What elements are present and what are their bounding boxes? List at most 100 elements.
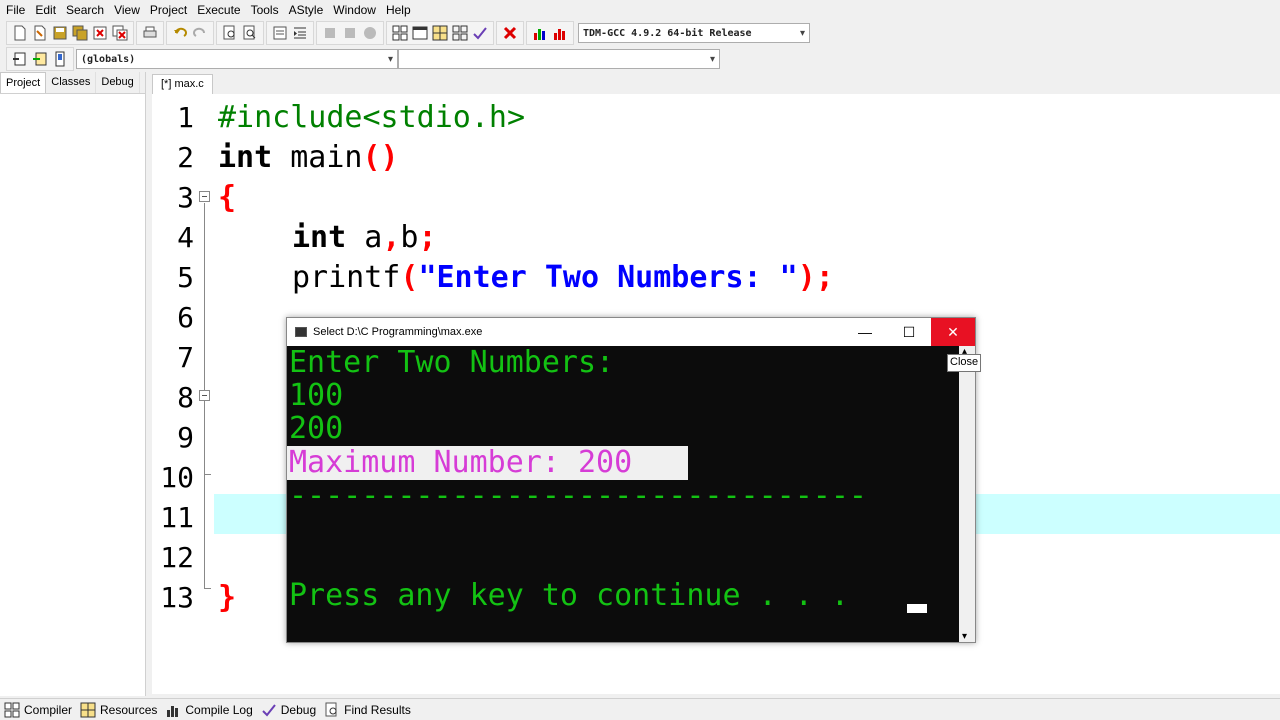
console-line: 200 <box>289 411 344 446</box>
line-number: 1 <box>177 101 194 134</box>
goto-line-icon[interactable] <box>270 23 290 43</box>
stop-icon[interactable] <box>500 23 520 43</box>
minimize-button[interactable]: — <box>843 318 887 346</box>
menu-bar: File Edit Search View Project Execute To… <box>0 0 1280 20</box>
close-file-icon[interactable] <box>90 23 110 43</box>
file-toolbar <box>6 21 134 45</box>
code-line-3: { <box>218 180 237 215</box>
tab-classes[interactable]: Classes <box>46 72 97 93</box>
prev-bookmark-icon[interactable] <box>320 23 340 43</box>
menu-file[interactable]: File <box>2 0 31 20</box>
undo-icon[interactable] <box>170 23 190 43</box>
menu-execute[interactable]: Execute <box>193 0 246 20</box>
print-toolbar <box>136 21 164 45</box>
scroll-down-icon[interactable]: ▾ <box>962 631 967 642</box>
tab-max-c[interactable]: [*] max.c <box>152 74 213 94</box>
console-line: 100 <box>289 378 344 413</box>
console-window[interactable]: Select D:\C Programming\max.exe — ☐ ✕ En… <box>286 317 976 643</box>
redo-icon[interactable] <box>190 23 210 43</box>
tab-project[interactable]: Project <box>0 72 47 93</box>
tab-find-results[interactable]: Find Results <box>320 702 415 718</box>
menu-astyle[interactable]: AStyle <box>285 0 330 20</box>
compile-icon[interactable] <box>390 23 410 43</box>
edit-toolbar <box>166 21 214 45</box>
code-line-5: printf("Enter Two Numbers: "); <box>292 258 834 298</box>
symbol: ( <box>400 260 419 295</box>
save-all-icon[interactable] <box>70 23 90 43</box>
chevron-down-icon: ▾ <box>799 27 805 39</box>
menu-project[interactable]: Project <box>146 0 193 20</box>
rebuild-icon[interactable] <box>450 23 470 43</box>
delete-profile-icon[interactable] <box>550 23 570 43</box>
fold-end-mark <box>204 474 211 475</box>
left-panel-tabs: Project Classes Debug <box>0 72 145 94</box>
replace-icon[interactable] <box>240 23 260 43</box>
symbol: ; <box>418 220 437 255</box>
find-icon[interactable] <box>220 23 240 43</box>
close-button[interactable]: ✕ <box>931 318 975 346</box>
menu-help[interactable]: Help <box>382 0 417 20</box>
goto-definition-icon[interactable] <box>30 49 50 69</box>
line-number: 9 <box>177 421 194 454</box>
indent-icon[interactable] <box>290 23 310 43</box>
scope-select[interactable]: (globals) ▾ <box>76 49 398 69</box>
close-all-icon[interactable] <box>110 23 130 43</box>
profile-icon[interactable] <box>530 23 550 43</box>
tab-debug[interactable]: Debug <box>96 72 140 93</box>
stop-toolbar <box>496 21 524 45</box>
menu-tools[interactable]: Tools <box>247 0 285 20</box>
insert-icon[interactable] <box>10 49 30 69</box>
tab-compiler[interactable]: Compiler <box>0 702 76 718</box>
line-number-gutter: 1 2 3 4 5 6 7 8 9 10 11 12 13 <box>152 94 214 694</box>
fold-toggle-icon[interactable] <box>199 390 210 401</box>
line-number: 3 <box>177 181 194 214</box>
fold-toggle-icon[interactable] <box>199 191 210 202</box>
line-number: 10 <box>160 461 194 494</box>
compile-run-icon[interactable] <box>430 23 450 43</box>
symbol: , <box>382 220 401 255</box>
class-toolbar: (globals) ▾ ▾ <box>0 46 1280 72</box>
console-output[interactable]: Enter Two Numbers: 100 200 Maximum Numbe… <box>287 346 959 642</box>
menu-window[interactable]: Window <box>329 0 382 20</box>
tab-debug-output[interactable]: Debug <box>257 702 320 718</box>
console-line: -------------------------------- <box>289 478 867 513</box>
close-tooltip: Close <box>947 354 982 372</box>
identifier: b <box>400 220 419 255</box>
line-number: 8 <box>177 381 194 414</box>
line-number: 13 <box>160 581 194 614</box>
line-number: 12 <box>160 541 194 574</box>
line-number: 4 <box>177 221 194 254</box>
menu-view[interactable]: View <box>110 0 146 20</box>
compiler-icon <box>4 702 20 717</box>
text-cursor <box>907 604 927 613</box>
code-line-13: } <box>218 580 237 615</box>
check-syntax-icon[interactable] <box>470 23 490 43</box>
console-scrollbar[interactable]: ▴ ▾ <box>959 346 975 642</box>
new-file-icon[interactable] <box>10 23 30 43</box>
chevron-down-icon: ▾ <box>387 53 393 65</box>
class-browser-icon[interactable] <box>50 49 70 69</box>
maximize-button[interactable]: ☐ <box>887 318 931 346</box>
toggle-bookmark-icon[interactable] <box>360 23 380 43</box>
class-nav-toolbar <box>6 47 74 71</box>
project-panel: Project Classes Debug <box>0 72 146 696</box>
code-line-2: int main() <box>218 138 399 178</box>
open-file-icon[interactable] <box>30 23 50 43</box>
tab-resources[interactable]: Resources <box>76 702 161 718</box>
console-titlebar[interactable]: Select D:\C Programming\max.exe — ☐ ✕ <box>287 318 975 346</box>
save-icon[interactable] <box>50 23 70 43</box>
run-icon[interactable] <box>410 23 430 43</box>
identifier: a <box>346 220 383 255</box>
tab-label: Compile Log <box>185 702 253 717</box>
print-icon[interactable] <box>140 23 160 43</box>
next-bookmark-icon[interactable] <box>340 23 360 43</box>
menu-edit[interactable]: Edit <box>31 0 62 20</box>
fold-end-mark <box>204 588 211 589</box>
scope-select-value: (globals) <box>81 53 136 65</box>
menu-search[interactable]: Search <box>62 0 110 20</box>
chevron-down-icon: ▾ <box>709 53 715 65</box>
tab-compile-log[interactable]: Compile Log <box>161 702 256 718</box>
compiler-select[interactable]: TDM-GCC 4.9.2 64-bit Release ▾ <box>578 23 810 43</box>
line-number: 2 <box>177 141 194 174</box>
member-select[interactable]: ▾ <box>398 49 720 69</box>
